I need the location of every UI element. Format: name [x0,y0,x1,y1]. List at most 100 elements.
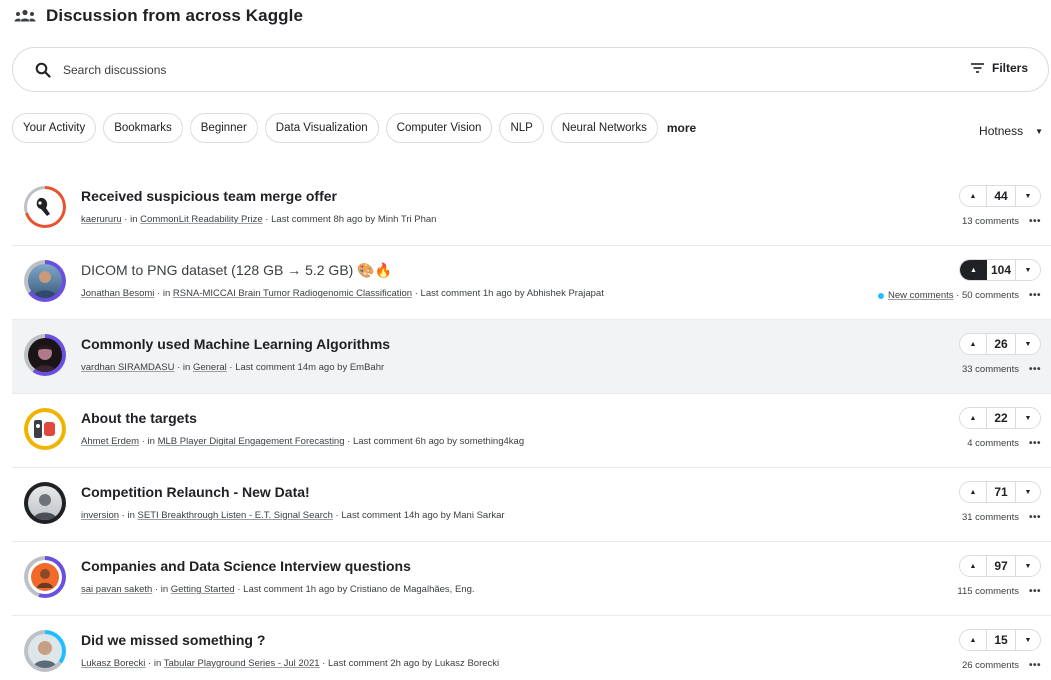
upvote-button[interactable]: ▲ [960,334,986,354]
avatar[interactable] [24,186,66,228]
downvote-button[interactable]: ▼ [1016,334,1040,354]
topic-title[interactable]: Competition Relaunch - New Data! [81,484,310,500]
search-bar: Filters [12,47,1049,92]
last-commenter: Cristiano de Magalhães, Eng. [349,584,475,595]
vote-control: ▲ 22 ▼ [959,407,1041,429]
sort-label: Hotness [979,124,1024,138]
vote-count: 71 [986,482,1016,502]
author-link[interactable]: sai pavan saketh [81,584,152,595]
more-link[interactable]: more [667,121,696,135]
downvote-button[interactable]: ▼ [1016,186,1040,206]
discussion-list: Received suspicious team merge offer kae… [12,172,1051,680]
more-options-icon[interactable]: ••• [1029,438,1041,449]
more-options-icon[interactable]: ••• [1029,586,1041,597]
author-link[interactable]: kaerururu [81,214,122,225]
topic-title[interactable]: About the targets [81,410,197,426]
last-commenter: EmBahr [349,362,385,373]
new-comments-link[interactable]: New comments [888,290,953,301]
comment-count[interactable]: 31 comments [962,512,1019,523]
discussion-row[interactable]: Received suspicious team merge offer kae… [12,172,1051,246]
topic-title[interactable]: Companies and Data Science Interview que… [81,558,411,574]
more-options-icon[interactable]: ••• [1029,660,1041,671]
author-link[interactable]: Jonathan Besomi [81,288,154,299]
avatar[interactable] [24,482,66,524]
filter-icon [970,63,984,73]
comment-count[interactable]: 13 comments [962,216,1019,227]
downvote-button[interactable]: ▼ [1016,482,1040,502]
last-commenter: Lukasz Borecki [434,658,500,669]
search-icon [35,62,51,78]
sort-dropdown[interactable]: Hotness ▼ [979,124,1043,138]
comment-count[interactable]: 33 comments [962,364,1019,375]
chip-neural-networks[interactable]: Neural Networks [550,113,658,143]
vote-control: ▲ 97 ▼ [959,555,1041,577]
forum-link[interactable]: General [193,362,227,373]
discussion-row[interactable]: Competition Relaunch - New Data! inversi… [12,468,1051,542]
comment-count[interactable]: 4 comments [967,438,1019,449]
chip-bookmarks[interactable]: Bookmarks [103,113,183,143]
upvote-button[interactable]: ▲ [960,260,987,280]
chip-nlp[interactable]: NLP [499,113,544,143]
avatar[interactable] [24,260,66,302]
discussion-row[interactable]: About the targets Ahmet Erdem · in MLB P… [12,394,1051,468]
vote-count: 15 [986,630,1016,650]
more-options-icon[interactable]: ••• [1029,364,1041,375]
avatar[interactable] [24,334,66,376]
vote-control: ▲ 44 ▼ [959,185,1041,207]
more-options-icon[interactable]: ••• [1029,290,1041,301]
comment-count[interactable]: 50 comments [962,290,1019,301]
more-options-icon[interactable]: ••• [1029,216,1041,227]
vote-control: ▲ 26 ▼ [959,333,1041,355]
comment-info: 115 comments ••• [957,586,1041,597]
chip-data-visualization[interactable]: Data Visualization [264,113,379,143]
topic-meta: vardhan SIRAMDASU · in General · Last co… [81,362,385,373]
topic-title[interactable]: Commonly used Machine Learning Algorithm… [81,336,390,352]
topic-title[interactable]: Received suspicious team merge offer [81,188,337,204]
upvote-button[interactable]: ▲ [960,630,986,650]
comment-info: 31 comments ••• [962,512,1041,523]
upvote-button[interactable]: ▲ [960,408,986,428]
forum-link[interactable]: SETI Breakthrough Listen - E.T. Signal S… [138,510,333,521]
chip-your-activity[interactable]: Your Activity [12,113,97,143]
chip-beginner[interactable]: Beginner [189,113,258,143]
discussion-row[interactable]: Commonly used Machine Learning Algorithm… [12,320,1051,394]
discussion-row[interactable]: Did we missed something ? Lukasz Borecki… [12,616,1051,680]
people-icon [14,9,36,22]
downvote-button[interactable]: ▼ [1016,408,1040,428]
more-options-icon[interactable]: ••• [1029,512,1041,523]
last-commenter: Abhishek Prajapat [526,288,604,299]
comment-info: 26 comments ••• [962,660,1041,671]
vote-count: 104 [987,260,1016,280]
author-link[interactable]: vardhan SIRAMDASU [81,362,174,373]
upvote-button[interactable]: ▲ [960,186,986,206]
comment-info: New comments · 50 comments ••• [878,290,1041,301]
chip-computer-vision[interactable]: Computer Vision [385,113,493,143]
downvote-button[interactable]: ▼ [1016,630,1040,650]
topic-title[interactable]: Did we missed something ? [81,632,265,648]
author-link[interactable]: Lukasz Borecki [81,658,145,669]
forum-link[interactable]: CommonLit Readability Prize [140,214,263,225]
avatar[interactable] [24,630,66,672]
last-commenter: Mani Sarkar [453,510,505,521]
topic-title[interactable]: DICOM to PNG dataset (128 GB → 5.2 GB) 🎨… [81,262,392,279]
avatar[interactable] [24,408,66,450]
page-header: Discussion from across Kaggle [14,4,303,28]
comment-count[interactable]: 26 comments [962,660,1019,671]
forum-link[interactable]: Getting Started [171,584,235,595]
forum-link[interactable]: MLB Player Digital Engagement Forecastin… [158,436,345,447]
author-link[interactable]: inversion [81,510,119,521]
discussion-row[interactable]: Companies and Data Science Interview que… [12,542,1051,616]
comment-count[interactable]: 115 comments [957,586,1019,597]
avatar[interactable] [24,556,66,598]
downvote-button[interactable]: ▼ [1016,556,1040,576]
topic-meta: Lukasz Borecki · in Tabular Playground S… [81,658,500,669]
discussion-row[interactable]: DICOM to PNG dataset (128 GB → 5.2 GB) 🎨… [12,246,1051,320]
search-input[interactable] [63,60,863,80]
downvote-button[interactable]: ▼ [1016,260,1040,280]
forum-link[interactable]: RSNA-MICCAI Brain Tumor Radiogenomic Cla… [173,288,412,299]
upvote-button[interactable]: ▲ [960,556,986,576]
upvote-button[interactable]: ▲ [960,482,986,502]
forum-link[interactable]: Tabular Playground Series - Jul 2021 [164,658,320,669]
filters-button[interactable]: Filters [970,61,1028,75]
author-link[interactable]: Ahmet Erdem [81,436,139,447]
